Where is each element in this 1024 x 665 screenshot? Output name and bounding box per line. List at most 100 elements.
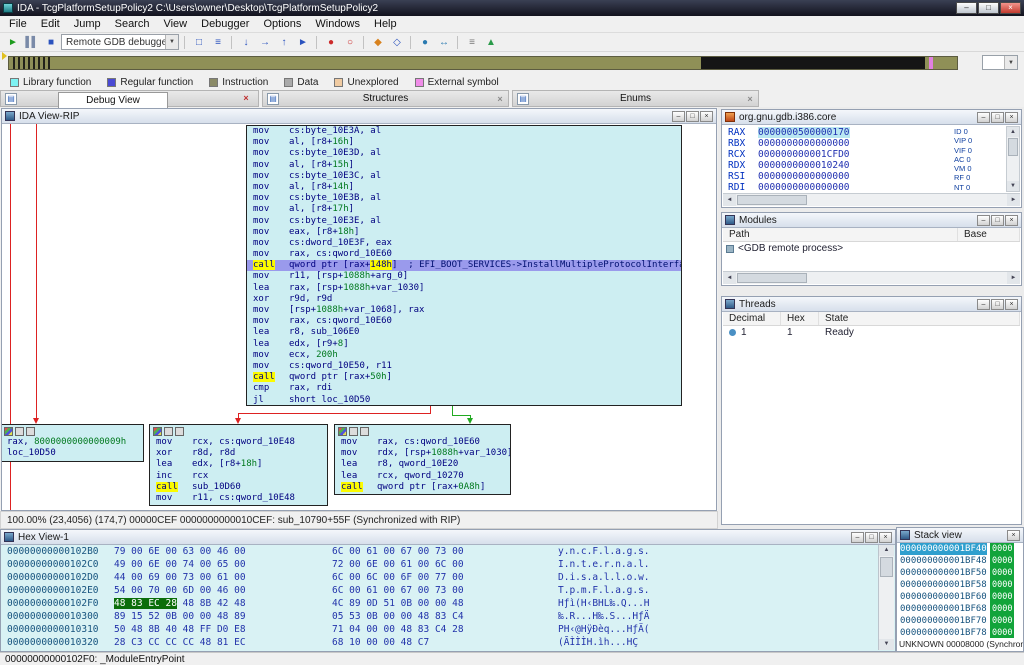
run-to-cursor-icon[interactable]: ► [294, 34, 311, 50]
register-row[interactable]: RBX0000000000000000 [724, 138, 942, 149]
stack-body[interactable]: 000000000001BF400000000000000001BF480000… [898, 543, 1022, 638]
process-options-icon[interactable]: ◇ [388, 34, 405, 50]
asm-line[interactable]: movcs:byte_10E3C, al [247, 171, 681, 182]
ida-view-title-bar[interactable]: IDA View-RIP – □ × [2, 109, 716, 124]
asm-line[interactable]: moval, [r8+16h] [247, 137, 681, 148]
asm-line[interactable]: movcs:dword_10E3F, eax [247, 238, 681, 249]
window-close-icon[interactable]: × [1005, 112, 1018, 123]
navband-track[interactable] [8, 56, 958, 70]
window-close-icon[interactable]: × [1005, 299, 1018, 310]
menu-search[interactable]: Search [108, 17, 157, 31]
menu-jump[interactable]: Jump [67, 17, 108, 31]
scroll-down-icon[interactable]: ▼ [1007, 181, 1019, 191]
asm-line[interactable]: incrcx [150, 471, 327, 482]
window-maximize-icon[interactable]: □ [686, 111, 699, 122]
window-maximize-icon[interactable]: □ [991, 112, 1004, 123]
flag-ac[interactable]: AC 0 [954, 155, 996, 164]
asm-line[interactable]: movrax, cs:qword_10E60 [247, 249, 681, 260]
asm-line[interactable]: movecx, 200h [247, 350, 681, 361]
graph-node-mid[interactable]: movrcx, cs:qword_10E48xorr8d, r8dleaedx,… [149, 424, 328, 506]
node-group-icon[interactable] [164, 427, 173, 436]
registers-vertical-scrollbar[interactable]: ▲ ▼ [1006, 126, 1020, 192]
menu-help[interactable]: Help [367, 17, 404, 31]
register-row[interactable]: RCX000000000001CFD0 [724, 149, 942, 160]
asm-line[interactable]: callqword ptr [rax+50h] [247, 372, 681, 383]
flag-id[interactable]: ID 0 [954, 127, 996, 136]
asm-line[interactable]: learcx, qword_10270 [335, 471, 510, 482]
hex-view-title-bar[interactable]: Hex View-1 – □ × [1, 530, 895, 545]
flag-vif[interactable]: VIF 0 [954, 146, 996, 155]
watch-list-icon[interactable]: ≡ [463, 34, 480, 50]
modules-column-path[interactable]: Path [723, 228, 958, 241]
run-until-return-icon[interactable]: ↑ [275, 34, 292, 50]
asm-line[interactable]: movcs:byte_10E3D, al [247, 148, 681, 159]
menu-options[interactable]: Options [256, 17, 308, 31]
close-tab-icon[interactable]: × [742, 94, 758, 104]
threads-column-state[interactable]: State [819, 312, 1020, 325]
scroll-left-icon[interactable]: ◄ [723, 272, 736, 284]
menu-edit[interactable]: Edit [34, 17, 67, 31]
graph-node-left[interactable]: rax, 8000000000000009hloc_10D50 [2, 424, 144, 462]
node-group-icon[interactable] [15, 427, 24, 436]
hex-row[interactable]: 000000000001030089 15 52 0B 00 00 48 890… [2, 610, 878, 623]
asm-line[interactable]: learax, [rsp+1088h+var_1030] [247, 283, 681, 294]
asm-line[interactable]: jlshort loc_10D50 [247, 395, 681, 406]
asm-line[interactable]: mov[rsp+1088h+var_1068], rax [247, 305, 681, 316]
stack-view-title-bar[interactable]: Stack view × [897, 528, 1023, 543]
scroll-right-icon[interactable]: ► [1007, 194, 1020, 206]
close-button[interactable]: × [1000, 2, 1021, 14]
node-color-icon[interactable] [4, 427, 13, 436]
close-tab-icon[interactable]: × [238, 93, 254, 103]
menu-view[interactable]: View [156, 17, 194, 31]
open-debug-windows-icon[interactable]: □ [190, 34, 207, 50]
asm-line[interactable]: lear8, qword_10E20 [335, 459, 510, 470]
stack-row[interactable]: 000000000001BF580000 [898, 579, 1022, 591]
graph-canvas[interactable]: movcs:byte_10E3A, almoval, [r8+16h]movcs… [2, 124, 716, 510]
asm-line[interactable]: movrcx, cs:qword_10E48 [150, 437, 327, 448]
maximize-button[interactable]: □ [978, 2, 999, 14]
asm-line[interactable]: rax, 8000000000000009h [2, 437, 143, 448]
asm-line[interactable]: xorr9d, r9d [247, 294, 681, 305]
hex-row[interactable]: 00000000000102B079 00 6E 00 63 00 46 006… [2, 545, 878, 558]
navband-zoom-select[interactable]: ▼ [982, 55, 1018, 70]
close-tab-icon[interactable]: × [492, 94, 508, 104]
stack-row[interactable]: 000000000001BF700000 [898, 615, 1022, 627]
navigation-band[interactable]: ▼ [0, 52, 1024, 74]
stack-row[interactable]: 000000000001BF780000 [898, 627, 1022, 638]
asm-line[interactable]: moval, [r8+17h] [247, 204, 681, 215]
asm-line[interactable]: moval, [r8+14h] [247, 182, 681, 193]
asm-line[interactable]: moveax, [r8+18h] [247, 227, 681, 238]
asm-line[interactable]: xorr8d, r8d [150, 448, 327, 459]
debugger-setup-icon[interactable]: ≡ [209, 34, 226, 50]
window-maximize-icon[interactable]: □ [865, 532, 878, 543]
hex-row[interactable]: 000000000001032028 C3 CC CC CC 48 81 EC6… [2, 636, 878, 649]
tab-structures[interactable]: Structures [279, 93, 492, 104]
register-row[interactable]: RSI0000000000000000 [724, 171, 942, 182]
window-minimize-icon[interactable]: – [977, 112, 990, 123]
threads-column-decimal[interactable]: Decimal [723, 312, 781, 325]
registers-title-bar[interactable]: org.gnu.gdb.i386.core – □ × [722, 110, 1021, 125]
window-minimize-icon[interactable]: – [977, 299, 990, 310]
threads-column-hex[interactable]: Hex [781, 312, 819, 325]
pause-process-icon[interactable]: ▌▌ [23, 34, 40, 50]
asm-line[interactable]: loc_10D50 [2, 448, 143, 459]
node-group-icon[interactable] [349, 427, 358, 436]
scroll-up-icon[interactable]: ▲ [879, 545, 894, 556]
menu-debugger[interactable]: Debugger [194, 17, 256, 31]
asm-line[interactable]: movcs:byte_10E3B, al [247, 193, 681, 204]
tab-enums[interactable]: Enums [529, 93, 742, 104]
flag-vip[interactable]: VIP 0 [954, 136, 996, 145]
scroll-down-icon[interactable]: ▼ [879, 639, 894, 650]
hex-row[interactable]: 000000000001031050 48 8B 40 48 FF D0 E87… [2, 623, 878, 636]
flag-rf[interactable]: RF 0 [954, 173, 996, 182]
asm-line[interactable]: callqword ptr [rax+0A8h] [335, 482, 510, 493]
step-over-icon[interactable]: → [256, 34, 273, 50]
menu-file[interactable]: File [2, 17, 34, 31]
stack-row[interactable]: 000000000001BF400000 [898, 543, 1022, 555]
node-frame-icon[interactable] [360, 427, 369, 436]
window-close-icon[interactable]: × [700, 111, 713, 122]
stack-row[interactable]: 000000000001BF680000 [898, 603, 1022, 615]
asm-line[interactable]: movcs:qword_10E50, r11 [247, 361, 681, 372]
asm-line[interactable]: moval, [r8+15h] [247, 160, 681, 171]
thread-row[interactable]: 11Ready [723, 326, 1020, 339]
